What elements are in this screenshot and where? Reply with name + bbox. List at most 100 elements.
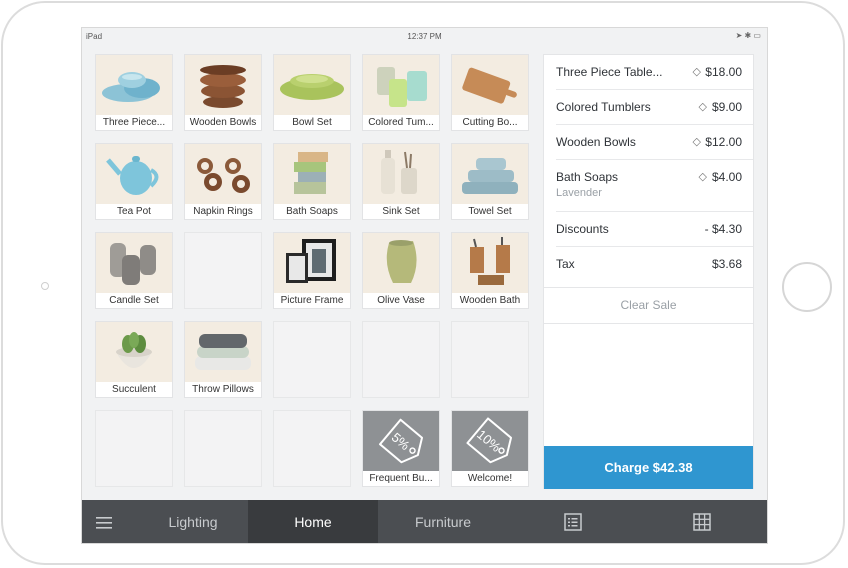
tile-napkin-rings[interactable]: Napkin Rings <box>184 143 262 220</box>
clear-sale-button[interactable]: Clear Sale <box>544 287 753 324</box>
tag-icon: ◇ <box>698 171 707 183</box>
empty-slot[interactable] <box>451 321 529 398</box>
tile-label: Succulent <box>96 382 172 397</box>
tax-row[interactable]: Tax $3.68 <box>544 247 753 282</box>
discounts-label: Discounts <box>556 222 609 236</box>
sink-set-image <box>363 144 439 205</box>
tile-label: Throw Pillows <box>185 382 261 397</box>
throw-pillows-image <box>185 322 261 383</box>
picture-frame-image <box>274 233 350 294</box>
tile-succulent[interactable]: Succulent <box>95 321 173 398</box>
cart-item-name: Wooden Bowls <box>556 135 636 149</box>
cart-item[interactable]: Colored Tumblers ◇ $9.00 <box>544 90 753 125</box>
tile-candle-set[interactable]: Candle Set <box>95 232 173 309</box>
tile-wooden-bath[interactable]: Wooden Bath <box>451 232 529 309</box>
tag-icon: ◇ <box>698 101 707 113</box>
status-bar: iPad 12:37 PM ➤ ✱ ▭ <box>82 28 767 45</box>
wooden-bowls-image <box>185 55 261 116</box>
candle-set-image <box>96 233 172 294</box>
towel-set-image <box>452 144 528 205</box>
tile-colored-tumblers[interactable]: Colored Tum... <box>362 54 440 131</box>
bowl-set-image <box>274 55 350 116</box>
tag-icon: 10% <box>466 417 513 464</box>
tile-label: Picture Frame <box>274 293 350 308</box>
cart-item-price: $4.00 <box>711 170 742 184</box>
cart-item[interactable]: Bath Soaps Lavender ◇ $4.00 <box>544 160 753 212</box>
tile-olive-vase[interactable]: Olive Vase <box>362 232 440 309</box>
cart-item-variant: Lavender <box>556 187 602 199</box>
tile-label: Wooden Bowls <box>185 115 261 130</box>
tax-label: Tax <box>556 257 575 271</box>
tile-tea-pot[interactable]: Tea Pot <box>95 143 173 220</box>
succulent-image <box>96 322 172 383</box>
empty-slot[interactable] <box>95 410 173 487</box>
discount-tag-image: 5% <box>363 411 439 472</box>
olive-vase-image <box>363 233 439 294</box>
cart-panel: Three Piece Table... ◇ $18.00 Colored Tu… <box>543 54 754 489</box>
bath-soaps-image <box>274 144 350 205</box>
tile-label: Napkin Rings <box>185 204 261 219</box>
tile-bowl-set[interactable]: Bowl Set <box>273 54 351 131</box>
napkin-rings-image <box>185 144 261 205</box>
tile-label: Tea Pot <box>96 204 172 219</box>
tile-label: Olive Vase <box>363 293 439 308</box>
tea-pot-image <box>96 144 172 205</box>
tile-label: Towel Set <box>452 204 528 219</box>
tile-label: Sink Set <box>363 204 439 219</box>
empty-slot[interactable] <box>184 410 262 487</box>
tile-bath-soaps[interactable]: Bath Soaps <box>273 143 351 220</box>
tile-welcome[interactable]: 10% Welcome! <box>451 410 529 487</box>
status-icons: ➤ ✱ ▭ <box>735 31 761 40</box>
empty-slot[interactable] <box>362 321 440 398</box>
colored-tumblers-image <box>363 55 439 116</box>
tab-furniture[interactable]: Furniture <box>378 500 508 543</box>
tile-sink-set[interactable]: Sink Set <box>362 143 440 220</box>
wooden-bath-image <box>452 233 528 294</box>
tab-lighting[interactable]: Lighting <box>138 500 248 543</box>
tile-label: Bath Soaps <box>274 204 350 219</box>
grid-icon[interactable] <box>693 513 711 531</box>
cutting-board-image <box>452 55 528 116</box>
cart-item[interactable]: Wooden Bowls ◇ $12.00 <box>544 125 753 160</box>
empty-slot[interactable] <box>273 321 351 398</box>
cart-item-price: $18.00 <box>705 65 742 79</box>
bottom-nav: Lighting Home Furniture <box>82 500 767 543</box>
tile-label: Colored Tum... <box>363 115 439 130</box>
hamburger-icon[interactable] <box>96 517 112 529</box>
discounts-value: - $4.30 <box>704 222 742 236</box>
tile-wooden-bowls[interactable]: Wooden Bowls <box>184 54 262 131</box>
empty-slot[interactable] <box>273 410 351 487</box>
charge-button[interactable]: Charge $42.38 <box>544 446 753 489</box>
cart-item-name: Colored Tumblers <box>556 100 651 114</box>
tag-icon: 5% <box>378 418 424 464</box>
tile-frequent-buyer[interactable]: 5% Frequent Bu... <box>362 410 440 487</box>
tile-picture-frame[interactable]: Picture Frame <box>273 232 351 309</box>
tag-icon: ◇ <box>692 136 701 148</box>
tag-icon: ◇ <box>692 66 701 78</box>
cart-item-name: Three Piece Table... <box>556 65 663 79</box>
tab-home[interactable]: Home <box>248 500 378 543</box>
tile-throw-pillows[interactable]: Throw Pillows <box>184 321 262 398</box>
cart-item-price: $9.00 <box>711 100 742 114</box>
three-piece-image <box>96 55 172 116</box>
discount-tag-image: 10% <box>452 411 528 472</box>
tile-label: Three Piece... <box>96 115 172 130</box>
tile-label: Cutting Bo... <box>452 115 528 130</box>
tile-label: Frequent Bu... <box>363 471 439 486</box>
tile-towel-set[interactable]: Towel Set <box>451 143 529 220</box>
camera-icon <box>41 282 49 290</box>
cart-item-price: $12.00 <box>705 135 742 149</box>
tile-label: Candle Set <box>96 293 172 308</box>
tile-three-piece[interactable]: Three Piece... <box>95 54 173 131</box>
tile-label: Wooden Bath <box>452 293 528 308</box>
discounts-row[interactable]: Discounts - $4.30 <box>544 212 753 247</box>
home-button[interactable] <box>782 262 832 312</box>
empty-slot[interactable] <box>184 232 262 309</box>
tile-label: Welcome! <box>452 471 528 486</box>
cart-item[interactable]: Three Piece Table... ◇ $18.00 <box>544 55 753 90</box>
tile-cutting-board[interactable]: Cutting Bo... <box>451 54 529 131</box>
cart-item-name: Bath Soaps <box>556 170 619 184</box>
clock: 12:37 PM <box>407 32 442 41</box>
screen: iPad 12:37 PM ➤ ✱ ▭ Three Piece... Woode… <box>81 27 768 544</box>
list-icon[interactable] <box>564 513 582 531</box>
